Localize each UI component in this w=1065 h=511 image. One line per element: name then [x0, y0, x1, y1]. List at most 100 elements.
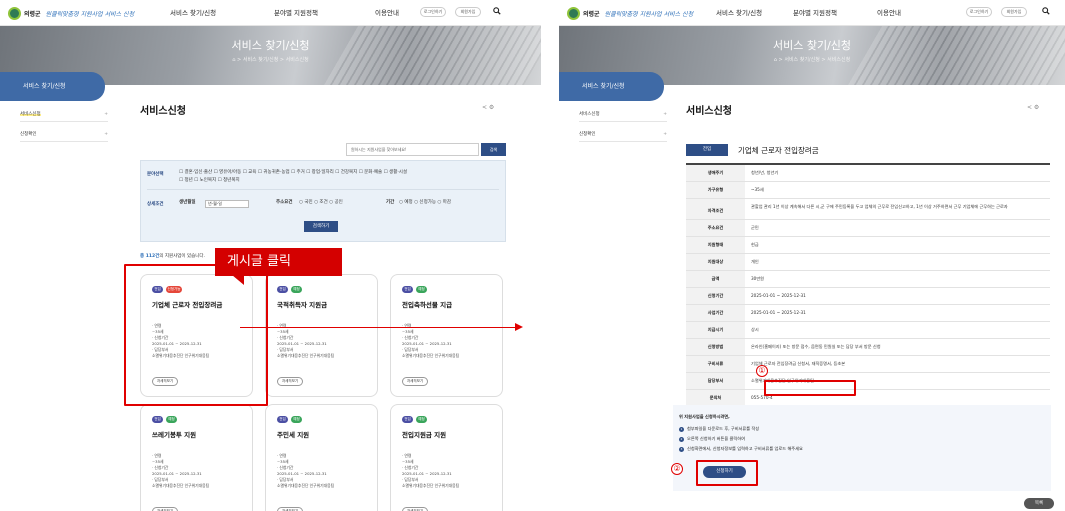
card-row-value: 소멸위기대응추진단 인구위기대응팀	[152, 483, 210, 488]
detail-row: 가구유형 ~35세	[686, 182, 1050, 199]
nav-guide[interactable]: 이용안내	[877, 7, 901, 17]
detail-title: 기업체 근로자 전입장려금	[738, 146, 819, 155]
nav-guide[interactable]: 이용안내	[375, 7, 399, 17]
top-bar: 의령군 원클릭맞춤형 지원사업 서비스 신청 서비스 찾기/신청 분야별 지원정…	[0, 0, 541, 26]
logo-name: 의령군	[583, 10, 600, 18]
list-button[interactable]: 목록	[1024, 498, 1054, 509]
breadcrumb: ⌂ > 서비스 찾기/신청 > 서비스신청	[232, 57, 309, 63]
signup-button[interactable]: 회원가입	[1001, 7, 1027, 17]
service-card[interactable]: 전입 예정 국적취득자 지원금 · 연령~35세 · 신청기간2025-01-01 ~ …	[265, 274, 378, 397]
logo[interactable]: 의령군 원클릭맞춤형 지원사업 서비스 신청	[8, 5, 134, 21]
notice-title: 위 지원사업을 신청하시려면,	[679, 414, 730, 419]
result-count-number: 총 112건	[140, 254, 160, 259]
detail-row: 생애주기 청년/년, 청년기	[686, 165, 1050, 182]
card-title: 국적취득자 지원금	[277, 301, 328, 309]
card-row-value: 소멸위기대응추진단 인구위기대응팀	[402, 353, 460, 358]
card-row-age: · 연령~35세	[152, 453, 248, 465]
login-button[interactable]: 로그인하기	[966, 7, 992, 17]
detail-button[interactable]: 자세히보기	[402, 377, 428, 386]
card-row-value: 소멸위기대응추진단 인구위기대응팀	[277, 353, 335, 358]
field-options-2[interactable]: ☐ 청년 ☐ 노인복지 ☐ 청년복지	[179, 177, 240, 185]
share-print-icons[interactable]: < ⚙	[1027, 104, 1039, 111]
detail-row-label: 지급시기	[686, 322, 745, 338]
search-input[interactable]: 원하시는 지원사업을 찾아보세요!	[346, 143, 479, 156]
nav-policy[interactable]: 분야별 지원정책	[274, 7, 318, 17]
detail-row-label: 구비서류	[686, 356, 745, 372]
card-badge: 예정	[291, 286, 302, 293]
detail-button[interactable]: 자세히보기	[402, 507, 428, 511]
detail-row-value: 군민	[751, 225, 759, 230]
click-callout: 게시글 클릭	[215, 248, 342, 276]
field-label: 분야선택	[147, 172, 164, 177]
search-icon[interactable]	[1042, 7, 1050, 15]
logo-name: 의령군	[24, 10, 41, 18]
step-marker-2: ②	[671, 463, 683, 475]
signup-button[interactable]: 회원가입	[455, 7, 481, 17]
sidebar-item-label: 신청확인	[579, 132, 596, 137]
detail-row-value: ~35세	[751, 187, 764, 192]
sidebar-title: 서비스 찾기/신청	[559, 72, 664, 101]
divider	[147, 189, 499, 190]
detail-row-value: 현금	[751, 242, 759, 247]
hero-title: 서비스 찾기/신청	[231, 39, 310, 52]
detail-row-value: 온라인(홈페이지) 또는 방문 접수, 읍면동 민원실 또는 담당 부서 방문 …	[751, 344, 881, 349]
card-row-dept: · 담당부서소멸위기대응추진단 인구위기대응팀	[402, 477, 498, 489]
nav-policy[interactable]: 분야별 지원정책	[793, 7, 837, 17]
service-card[interactable]: 전입 예정 전입지원금 지원 · 연령~35세 · 신청기간2025-01-01 ~ 2…	[390, 404, 503, 511]
detail-row-label: 주소요건	[686, 220, 745, 236]
card-badge: 전입	[277, 286, 288, 293]
filter-panel: 분야선택 ☐ 결혼·임신·출산 ☐ 영유아/아동 ☐ 교육 ☐ 귀농귀촌·농업 …	[140, 160, 506, 242]
detail-button[interactable]: 자세히보기	[277, 377, 303, 386]
sidebar-item-check[interactable]: 신청확인 +	[20, 128, 108, 142]
card-row-age: · 연령~35세	[402, 453, 498, 465]
card-badge: 전입	[277, 416, 288, 423]
filter-search-button[interactable]: 검색하기	[304, 221, 338, 232]
detail-button[interactable]: 자세히보기	[277, 507, 303, 511]
service-card[interactable]: 전입 예정 주민세 지원 · 연령~35세 · 신청기간2025-01-01 ~ 202…	[265, 404, 378, 511]
card-row-age: · 연령~35세	[277, 453, 373, 465]
step-marker-1: ①	[756, 365, 768, 377]
card-badge: 전입	[152, 416, 163, 423]
nav-service[interactable]: 서비스 찾기/신청	[716, 7, 762, 17]
nav-service[interactable]: 서비스 찾기/신청	[170, 7, 216, 17]
sidebar-item-apply[interactable]: 서비스신청 +	[20, 108, 108, 122]
detail-row-label: 자격조건	[686, 199, 745, 219]
login-button[interactable]: 로그인하기	[420, 7, 446, 17]
page-title: 서비스신청	[140, 106, 186, 117]
card-row-dept: · 담당부서소멸위기대응추진단 인구위기대응팀	[277, 347, 373, 359]
sidebar-item-label: 서비스신청	[579, 112, 600, 117]
card-badge: 전입	[402, 286, 413, 293]
detail-row-value: 30만원	[751, 276, 765, 281]
result-count: 총 112건의 지원사업이 있습니다.	[140, 253, 205, 259]
plus-icon: +	[104, 132, 108, 137]
card-badge: 예정	[416, 416, 427, 423]
logo-icon	[8, 6, 21, 20]
field-options-1[interactable]: ☐ 결혼·임신·출산 ☐ 영유아/아동 ☐ 교육 ☐ 귀농귀촌·농업 ☐ 주거 …	[179, 169, 407, 177]
detail-row-value: 관할업 관리 1년 이상 계속해서 다른 시,군 구에 주민등록을 두고 업체의…	[751, 204, 1008, 209]
detail-row-label: 가구유형	[686, 182, 745, 198]
detail-row-value: 기업체 근로자 전입장려금 신청서, 재직증명서, 등초본	[751, 361, 846, 366]
detail-row: 지원대상 개인	[686, 254, 1050, 271]
detail-row-label: 신청기간	[686, 288, 745, 304]
sidebar-item-check[interactable]: 신청확인 +	[579, 128, 667, 142]
service-card[interactable]: 전입 예정 전입축하선물 지급 · 연령~35세 · 신청기간2025-01-01 ~ …	[390, 274, 503, 397]
plus-icon: +	[104, 112, 108, 117]
share-print-icons[interactable]: < ⚙	[482, 104, 494, 111]
detail-row: 자격조건 관할업 관리 1년 이상 계속해서 다른 시,군 구에 주민등록을 두고…	[686, 199, 1050, 220]
service-card[interactable]: 전입 예정 쓰레기봉투 지원 · 연령~35세 · 신청기간2025-01-01 ~ 2…	[140, 404, 253, 511]
search-icon[interactable]	[493, 7, 501, 15]
category-badge: 전입	[686, 144, 728, 156]
detail-button[interactable]: 자세히보기	[152, 507, 178, 511]
logo[interactable]: 의령군 원클릭맞춤형 지원사업 서비스 신청	[567, 5, 693, 21]
addr-options[interactable]: ○ 국민 ○ 조건 ○ 공인	[299, 199, 343, 207]
search-button[interactable]: 검색	[481, 143, 506, 156]
card-title: 전입축하선물 지급	[402, 301, 453, 309]
period-options[interactable]: ○ 예정 ○ 신청가능 ○ 마감	[399, 199, 451, 207]
card-title: 주민세 지원	[277, 431, 310, 439]
birth-date-input[interactable]: 년-월-일	[205, 200, 249, 208]
sidebar-title: 서비스 찾기/신청	[0, 72, 105, 101]
birth-label: 생년월일	[179, 200, 196, 205]
detail-row: 금액 30만원	[686, 271, 1050, 288]
sidebar-item-apply[interactable]: 서비스신청 +	[579, 108, 667, 122]
card-row-value: 소멸위기대응추진단 인구위기대응팀	[277, 483, 335, 488]
